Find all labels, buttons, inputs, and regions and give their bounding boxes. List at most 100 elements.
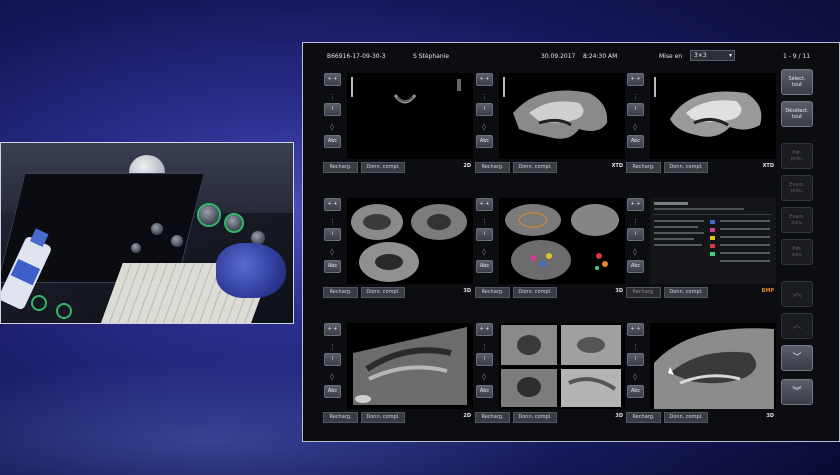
ultrasound-image xyxy=(347,323,473,409)
image-cell-7[interactable]: + + ⋮ i ◊ Abc Recharg. Donn. compl. 2D xyxy=(323,323,473,439)
page-down-button[interactable]: ﹀ xyxy=(781,345,813,371)
info-button[interactable]: i xyxy=(476,103,493,116)
ultrasound-image xyxy=(650,323,776,409)
cell-footer: Recharg. Donn. compl. 3D xyxy=(323,287,473,298)
divider-icon: ⋮ xyxy=(481,218,488,226)
ultrasound-image xyxy=(347,73,473,159)
additional-data-button[interactable]: Donn. compl. xyxy=(513,287,557,298)
exam-date: 30.09.2017 xyxy=(541,53,576,60)
patient-name: S Stéphanie xyxy=(413,53,450,60)
exam-next-line2: suiv. xyxy=(791,220,803,226)
pat-next-line2: suiv. xyxy=(791,252,803,258)
annotate-button[interactable]: Abc xyxy=(324,260,341,273)
chevron-down-icon: ▾ xyxy=(728,52,732,59)
pan-button[interactable]: + + xyxy=(627,198,644,211)
recharge-button[interactable]: Recharg. xyxy=(323,162,358,173)
adjust-icon: ◊ xyxy=(633,248,637,256)
recharge-button[interactable]: Recharg. xyxy=(323,412,358,423)
next-exam-button[interactable]: Exam. suiv. xyxy=(781,207,813,233)
mode-label: XTD xyxy=(762,163,774,169)
page-up-button[interactable]: ︿ xyxy=(781,313,813,339)
annotate-button[interactable]: Abc xyxy=(476,260,493,273)
recharge-button[interactable]: Recharg. xyxy=(626,162,661,173)
info-button[interactable]: i xyxy=(627,103,644,116)
console-knob-ring xyxy=(197,203,221,227)
additional-data-button[interactable]: Donn. compl. xyxy=(513,412,557,423)
annotate-button[interactable]: Abc xyxy=(476,135,493,148)
page-last-button[interactable]: ︾ xyxy=(781,379,813,405)
layout-value: 3×3 xyxy=(694,52,707,59)
additional-data-button[interactable]: Donn. compl. xyxy=(664,412,708,423)
info-button[interactable]: i xyxy=(324,103,341,116)
gloved-hand xyxy=(216,243,286,298)
annotate-button[interactable]: Abc xyxy=(324,385,341,398)
image-cell-5[interactable]: + + ⋮ i ◊ Abc Recharg. Donn. compl. 3D xyxy=(475,198,625,314)
pan-button[interactable]: + + xyxy=(324,323,341,336)
annotate-button[interactable]: Abc xyxy=(324,135,341,148)
pan-button[interactable]: + + xyxy=(627,73,644,86)
additional-data-button[interactable]: Donn. compl. xyxy=(664,162,708,173)
info-button[interactable]: i xyxy=(324,353,341,366)
page-counter: 1 - 9 / 11 xyxy=(783,53,811,60)
mode-label: 3D xyxy=(615,288,623,294)
recharge-button[interactable]: Recharg. xyxy=(475,287,510,298)
pan-button[interactable]: + + xyxy=(324,73,341,86)
divider-icon: ⋮ xyxy=(632,343,639,351)
image-cell-3[interactable]: + + ⋮ i ◊ Abc Recharg. Donn. compl. XTD xyxy=(626,73,776,189)
additional-data-button[interactable]: Donn. compl. xyxy=(361,287,405,298)
pan-button[interactable]: + + xyxy=(324,198,341,211)
mode-label: XTD xyxy=(611,163,623,169)
image-cell-8[interactable]: + + ⋮ i ◊ Abc Recharg. Donn. compl. 3D xyxy=(475,323,625,439)
info-button[interactable]: i xyxy=(476,228,493,241)
layout-dropdown[interactable]: 3×3 ▾ xyxy=(690,50,735,61)
annotate-button[interactable]: Abc xyxy=(627,135,644,148)
pan-button[interactable]: + + xyxy=(476,73,493,86)
info-button[interactable]: i xyxy=(627,228,644,241)
select-all-button[interactable]: Sélect. tout xyxy=(781,69,813,95)
additional-data-button[interactable]: Donn. compl. xyxy=(361,412,405,423)
adjust-icon: ◊ xyxy=(330,373,334,381)
recharge-button[interactable]: Recharg. xyxy=(323,287,358,298)
double-chevron-up-icon: ︽ xyxy=(792,289,802,299)
additional-data-button[interactable]: Donn. compl. xyxy=(513,162,557,173)
recharge-button[interactable]: Recharg. xyxy=(475,412,510,423)
annotate-button[interactable]: Abc xyxy=(476,385,493,398)
additional-data-button[interactable]: Donn. compl. xyxy=(361,162,405,173)
page-first-button[interactable]: ︽ xyxy=(781,281,813,307)
ultrasound-monitor: B66916-17-09-30-3 S Stéphanie 30.09.2017… xyxy=(302,42,840,442)
annotate-button[interactable]: Abc xyxy=(627,260,644,273)
recharge-button[interactable]: Recharg. xyxy=(626,412,661,423)
additional-data-button[interactable]: Donn. compl. xyxy=(664,287,708,298)
annotate-button[interactable]: Abc xyxy=(627,385,644,398)
pan-button[interactable]: + + xyxy=(476,323,493,336)
pan-button[interactable]: + + xyxy=(627,323,644,336)
info-button[interactable]: i xyxy=(476,353,493,366)
report-thumbnail xyxy=(650,198,776,284)
ultrasound-image xyxy=(347,198,473,284)
info-button[interactable]: i xyxy=(324,228,341,241)
monitor-header: B66916-17-09-30-3 S Stéphanie 30.09.2017… xyxy=(303,43,840,69)
chevron-up-icon: ︿ xyxy=(792,321,802,331)
cell-footer: Recharg. Donn. compl. 2D xyxy=(323,162,473,173)
double-chevron-down-icon: ︾ xyxy=(792,387,802,397)
deselect-all-button[interactable]: Désélect. tout xyxy=(781,101,813,127)
info-button[interactable]: i xyxy=(627,353,644,366)
divider-icon: ⋮ xyxy=(481,93,488,101)
divider-icon: ⋮ xyxy=(329,218,336,226)
cell-footer: Recharg. Donn. compl. XTD xyxy=(626,162,776,173)
image-cell-9[interactable]: + + ⋮ i ◊ Abc Recharg. Donn. compl. 3D xyxy=(626,323,776,439)
exam-prev-line2: préc. xyxy=(790,188,804,194)
previous-exam-button[interactable]: Exam. préc. xyxy=(781,175,813,201)
image-cell-2[interactable]: + + ⋮ i ◊ Abc Recharg. Donn. compl. XTD xyxy=(475,73,625,189)
next-patient-button[interactable]: Pat. suiv. xyxy=(781,239,813,265)
console-knob xyxy=(171,235,183,247)
recharge-button[interactable]: Recharg. xyxy=(626,287,661,298)
image-cell-6[interactable]: + + ⋮ i ◊ Abc Recharg. Donn. compl. BMP xyxy=(626,198,776,314)
image-cell-1[interactable]: + + ⋮ i ◊ Abc Recharg. Donn. compl. 2D xyxy=(323,73,473,189)
previous-patient-button[interactable]: Pat. préc. xyxy=(781,143,813,169)
mode-label: 2D xyxy=(463,163,471,169)
recharge-button[interactable]: Recharg. xyxy=(475,162,510,173)
adjust-icon: ◊ xyxy=(330,123,334,131)
pan-button[interactable]: + + xyxy=(476,198,493,211)
image-cell-4[interactable]: + + ⋮ i ◊ Abc Recharg. Donn. compl. 3D xyxy=(323,198,473,314)
